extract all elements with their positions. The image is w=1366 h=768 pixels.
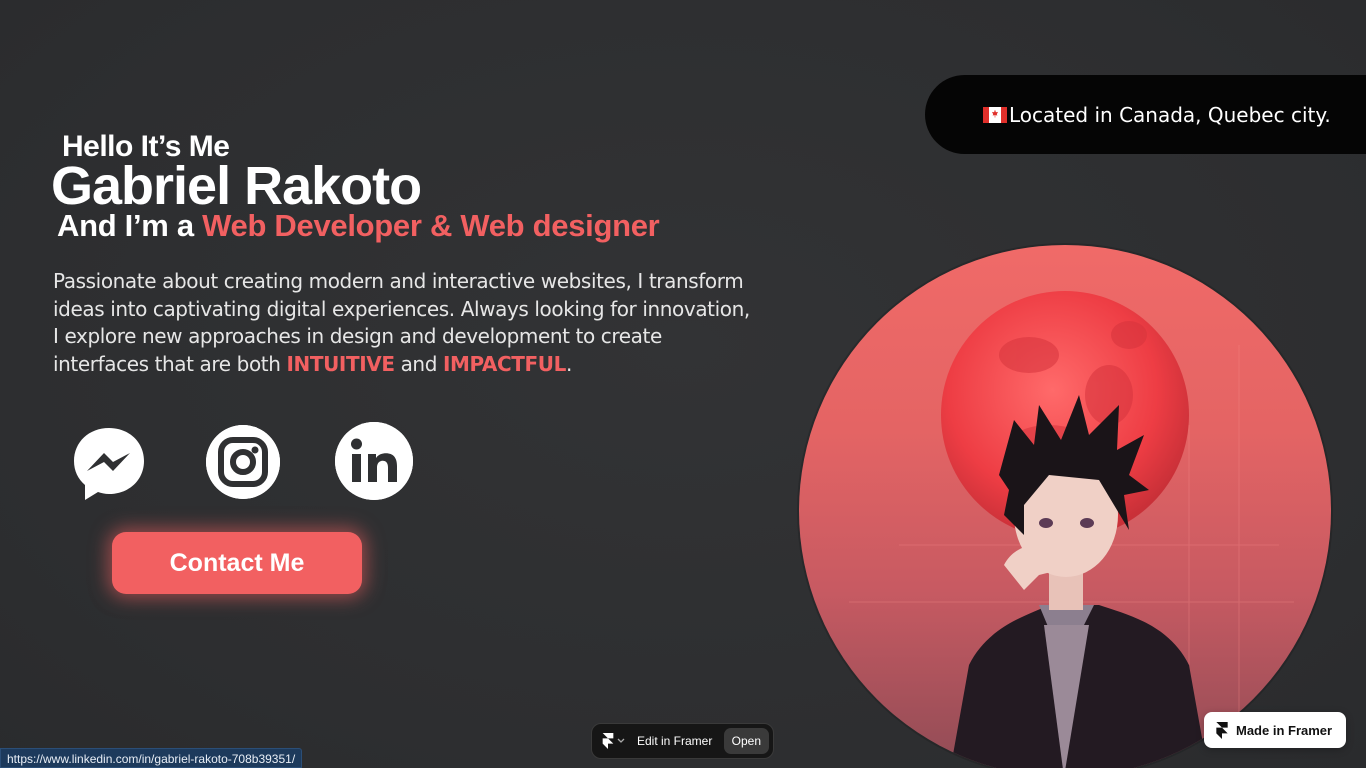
linkedin-link[interactable] (335, 422, 413, 500)
location-badge: Located in Canada, Quebec city. (925, 75, 1366, 154)
profile-illustration (799, 245, 1331, 768)
description-highlight-impactful: IMPACTFUL (442, 351, 566, 376)
canada-flag-icon (983, 106, 1007, 123)
edit-in-framer-button[interactable]: Edit in Framer (637, 734, 724, 748)
chevron-down-icon (617, 738, 625, 743)
role-prefix: And I’m a (57, 208, 203, 243)
framer-toolbar: Edit in Framer Open (591, 723, 774, 759)
open-button[interactable]: Open (723, 728, 769, 754)
role-highlight: Web Developer & Web designer (202, 208, 660, 243)
hero-description: Passionate about creating modern and int… (53, 268, 753, 378)
social-links (72, 422, 432, 502)
location-text: Located in Canada, Quebec city. (1009, 102, 1331, 127)
contact-me-button[interactable]: Contact Me (112, 532, 362, 594)
anime-portrait-image (849, 291, 1294, 768)
messenger-icon (74, 428, 144, 500)
framer-logo-icon (602, 733, 614, 749)
framer-logo-icon (1216, 721, 1228, 739)
description-highlight-intuitive: INTUITIVE (286, 351, 395, 376)
description-and: and (394, 351, 443, 376)
framer-menu-button[interactable] (602, 733, 625, 749)
status-bar-url: https://www.linkedin.com/in/gabriel-rako… (0, 748, 303, 768)
role-line: And I’m a Web Developer & Web designer (57, 207, 660, 245)
description-end: . (565, 351, 572, 376)
portfolio-page: Located in Canada, Quebec city. Hello It… (0, 0, 1366, 768)
made-in-framer-badge[interactable]: Made in Framer (1204, 712, 1346, 748)
made-in-framer-label: Made in Framer (1236, 722, 1333, 738)
linkedin-icon (335, 422, 413, 500)
instagram-link[interactable] (206, 425, 280, 499)
instagram-icon (206, 425, 280, 499)
messenger-link[interactable] (72, 426, 146, 500)
